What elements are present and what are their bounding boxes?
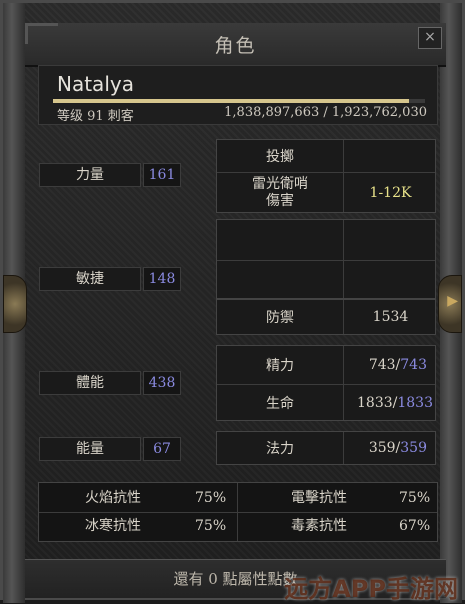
level-class: 等级 91 刺客 xyxy=(57,109,134,124)
title-bar: 角色 × xyxy=(25,23,446,67)
site-watermark: 远方APP手游网 xyxy=(284,575,458,603)
mana-current: 359 xyxy=(368,440,396,456)
defense-value: 1534 xyxy=(372,309,409,325)
stat-label[interactable]: 敏捷 xyxy=(39,267,141,291)
life-label: 生命 xyxy=(266,396,294,412)
lightning-sentry-label: 雷光衛哨 傷害 xyxy=(252,176,308,209)
stat-value: 67 xyxy=(143,437,181,461)
fire-resist-label: 火焰抗性 xyxy=(85,490,141,506)
character-name: Natalya xyxy=(57,72,134,96)
lightning-resist-label: 電擊抗性 xyxy=(291,490,347,506)
life-max: 1833 xyxy=(397,395,433,411)
close-button[interactable]: × xyxy=(418,27,442,49)
stat-value: 438 xyxy=(143,371,181,395)
stat-label[interactable]: 能量 xyxy=(39,437,141,461)
cold-resist-value: 75% xyxy=(195,518,227,534)
fire-resist-value: 75% xyxy=(195,490,227,506)
stat-vitality: 體能 438 xyxy=(39,371,181,395)
stamina-value: 743/743 xyxy=(344,346,437,384)
stat-strength: 力量 161 xyxy=(39,163,181,187)
defense-label: 防禦 xyxy=(266,310,294,326)
stamina-life-panel: 精力 743/743 生命 1833/1833 xyxy=(216,345,436,421)
mana-value: 359/359 xyxy=(344,432,437,464)
stat-value: 161 xyxy=(143,163,181,187)
stamina-label: 精力 xyxy=(266,358,294,374)
corner-ornament xyxy=(25,23,58,44)
experience-bar-fill xyxy=(53,99,409,103)
stat-value: 148 xyxy=(143,267,181,291)
lightning-resist-value: 75% xyxy=(399,490,431,506)
stat-energy: 能量 67 xyxy=(39,437,181,461)
mana-max: 359 xyxy=(400,440,427,456)
character-header: Natalya 等级 91 刺客 1,838,897,663 / 1,923,7… xyxy=(38,65,438,125)
attack-panel: 投擲 雷光衛哨 傷害 1-12K xyxy=(216,139,436,213)
mana-label: 法力 xyxy=(266,441,294,457)
stamina-max: 743 xyxy=(400,357,427,373)
stat-label[interactable]: 力量 xyxy=(39,163,141,187)
left-ornament-icon xyxy=(3,275,27,333)
stat-label[interactable]: 體能 xyxy=(39,371,141,395)
cold-resist-label: 冰寒抗性 xyxy=(85,518,141,534)
throw-label: 投擲 xyxy=(266,149,294,165)
defense-panel: 防禦 1534 xyxy=(216,299,436,335)
stat-dexterity: 敏捷 148 xyxy=(39,267,181,291)
character-window: ▶ 角色 × Natalya 等级 91 刺客 1,838,897,663 / … xyxy=(0,0,465,603)
resistance-panel: 火焰抗性 75% 電擊抗性 75% 冰寒抗性 75% 毒素抗性 67% xyxy=(38,482,438,542)
mana-panel: 法力 359/359 xyxy=(216,431,436,465)
experience-text: 1,838,897,663 / 1,923,762,030 xyxy=(224,105,427,120)
lightning-sentry-value: 1-12K xyxy=(369,185,412,201)
stamina-current: 743 xyxy=(368,357,396,373)
experience-bar xyxy=(53,99,425,103)
window-title: 角色 xyxy=(214,35,257,57)
life-current: 1833 xyxy=(357,395,393,411)
expand-arrow-icon[interactable]: ▶ xyxy=(447,293,458,309)
poison-resist-value: 67% xyxy=(399,518,431,534)
poison-resist-label: 毒素抗性 xyxy=(291,518,347,534)
life-value: 1833/1833 xyxy=(344,384,437,422)
empty-attack-panel xyxy=(216,219,436,299)
